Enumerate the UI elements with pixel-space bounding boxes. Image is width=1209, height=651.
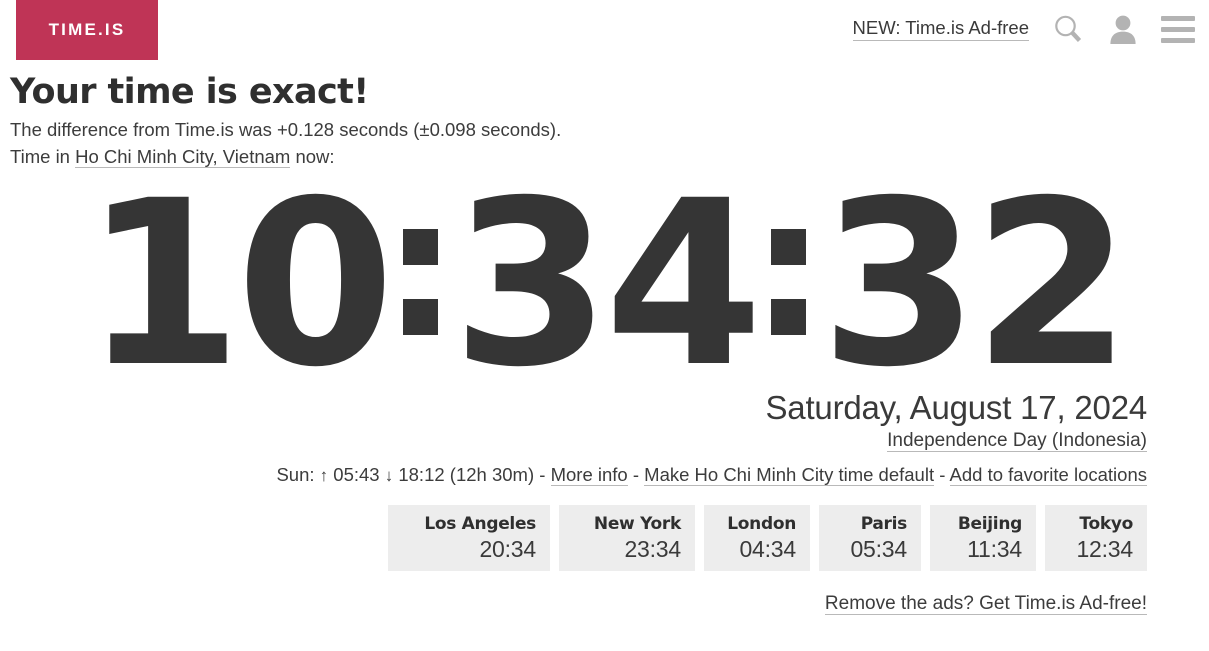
clock-hours: 10 xyxy=(83,151,395,418)
time-difference-text: The difference from Time.is was +0.128 s… xyxy=(10,118,562,140)
city-card-london[interactable]: London 04:34 xyxy=(704,504,810,571)
city-time: 23:34 xyxy=(624,536,681,563)
add-favorite-link[interactable]: Add to favorite locations xyxy=(949,464,1147,487)
logo-text: TIME.IS xyxy=(48,20,126,39)
hamburger-bar xyxy=(1161,15,1195,21)
site-header: TIME.IS NEW: Time.is Ad-free xyxy=(0,0,1209,62)
sun-label: Sun: xyxy=(276,464,315,486)
sunrise-arrow-icon: ↑ xyxy=(319,466,329,486)
sunset-time: 18:12 xyxy=(398,464,445,486)
day-length: (12h 30m) xyxy=(449,464,535,486)
city-time: 11:34 xyxy=(967,536,1022,563)
city-card-new-york[interactable]: New York 23:34 xyxy=(559,504,695,571)
city-time: 04:34 xyxy=(739,536,796,563)
search-icon[interactable] xyxy=(1051,12,1085,46)
sun-and-links-row: Sun: ↑ 05:43 ↓ 18:12 (12h 30m) - More in… xyxy=(0,462,1209,488)
hamburger-bar xyxy=(1161,26,1195,32)
header-nav: NEW: Time.is Ad-free xyxy=(852,12,1195,46)
clock-colon-icon xyxy=(771,228,807,335)
city-time: 05:34 xyxy=(850,536,907,563)
footer: Remove the ads? Get Time.is Ad-free! xyxy=(0,592,1209,615)
clock-colon-icon xyxy=(402,228,438,335)
clock-minutes: 34 xyxy=(451,151,763,418)
city-time: 20:34 xyxy=(479,536,536,563)
city-time: 12:34 xyxy=(1076,536,1133,563)
sunrise-time: 05:43 xyxy=(333,464,380,486)
city-name: New York xyxy=(593,513,681,534)
person-icon[interactable] xyxy=(1107,12,1139,46)
city-card-paris[interactable]: Paris 05:34 xyxy=(819,504,921,571)
page-title: Your time is exact! xyxy=(10,72,369,112)
more-info-link[interactable]: More info xyxy=(550,464,628,487)
site-logo[interactable]: TIME.IS xyxy=(16,0,158,60)
city-name: Tokyo xyxy=(1079,513,1133,534)
sunset-arrow-icon: ↓ xyxy=(384,466,394,486)
time-in-prefix: Time in xyxy=(10,145,76,167)
city-name: Paris xyxy=(860,513,908,534)
city-name: Beijing xyxy=(957,513,1022,534)
city-name: Los Angeles xyxy=(424,513,536,534)
city-card-tokyo[interactable]: Tokyo 12:34 xyxy=(1045,504,1147,571)
city-times-row: Los Angeles 20:34 New York 23:34 London … xyxy=(0,504,1209,571)
make-default-link[interactable]: Make Ho Chi Minh City time default xyxy=(644,464,935,487)
hamburger-menu-icon[interactable] xyxy=(1161,15,1195,43)
city-card-beijing[interactable]: Beijing 11:34 xyxy=(930,504,1036,571)
clock-seconds: 32 xyxy=(820,151,1131,418)
big-clock: 10 34 32 xyxy=(0,151,1209,418)
city-name: London xyxy=(727,513,796,534)
separator: - xyxy=(539,464,546,486)
holiday-line: Independence Day (Indonesia) xyxy=(0,429,1147,454)
ad-free-promo-link[interactable]: NEW: Time.is Ad-free xyxy=(852,17,1029,42)
clock-digits: 10 34 32 xyxy=(83,151,1132,418)
separator: - xyxy=(939,464,946,486)
separator: - xyxy=(632,464,640,486)
hamburger-bar xyxy=(1161,37,1195,43)
remove-ads-link[interactable]: Remove the ads? Get Time.is Ad-free! xyxy=(824,592,1147,615)
city-card-los-angeles[interactable]: Los Angeles 20:34 xyxy=(388,504,550,571)
holiday-link[interactable]: Independence Day (Indonesia) xyxy=(887,430,1147,453)
